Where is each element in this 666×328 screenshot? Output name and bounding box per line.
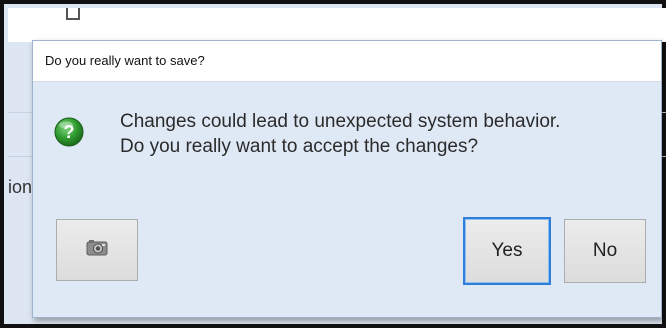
dialog-titlebar: Do you really want to save? — [33, 41, 661, 82]
save-confirmation-dialog: Do you really want to save? ? Changes co… — [32, 40, 662, 318]
dialog-title: Do you really want to save? — [45, 53, 205, 68]
background-checkbox[interactable] — [66, 8, 80, 20]
svg-text:?: ? — [64, 122, 75, 142]
yes-button[interactable]: Yes — [463, 217, 551, 285]
message-line: Changes could lead to unexpected system … — [120, 111, 561, 132]
screenshot-button[interactable] — [56, 219, 138, 281]
message-line: Do you really want to accept the changes… — [120, 136, 479, 157]
camera-icon — [86, 238, 108, 262]
question-icon: ? — [53, 116, 85, 148]
background-toolbar-area — [8, 8, 666, 42]
no-button[interactable]: No — [564, 219, 646, 283]
dialog-message: Changes could lead to unexpected system … — [120, 109, 560, 159]
